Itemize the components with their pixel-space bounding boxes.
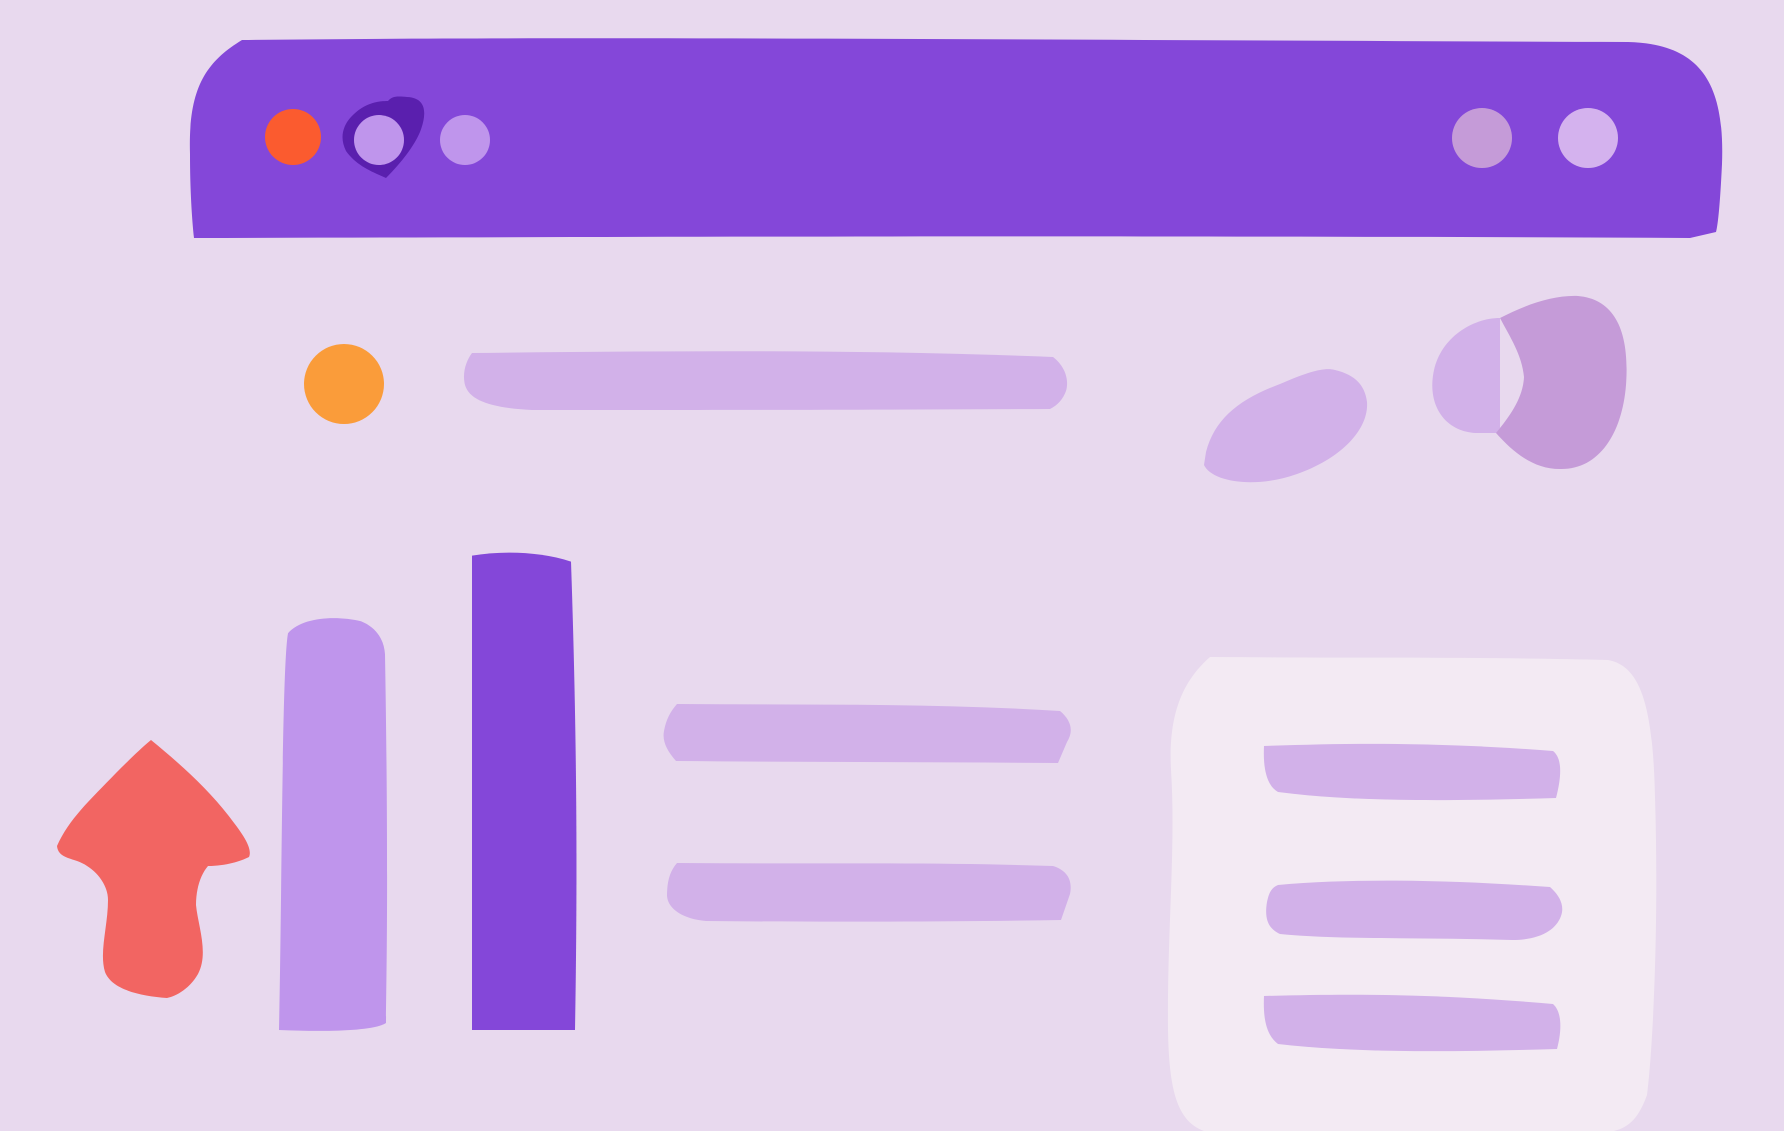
maximize-button-icon[interactable] bbox=[440, 115, 490, 165]
content-line bbox=[663, 704, 1071, 763]
circle-button-icon[interactable] bbox=[1558, 108, 1618, 168]
side-panel-card bbox=[1167, 657, 1657, 1131]
chart-bar bbox=[472, 552, 577, 1030]
card-line bbox=[1263, 743, 1561, 801]
minimize-button-dot bbox=[354, 115, 404, 165]
ui-illustration bbox=[0, 0, 1784, 1131]
chart-bar bbox=[279, 618, 388, 1031]
content-line bbox=[667, 863, 1071, 922]
placeholder-line bbox=[463, 351, 1068, 410]
close-button-icon[interactable] bbox=[265, 109, 321, 165]
circle-button-icon[interactable] bbox=[1452, 108, 1512, 168]
card-line bbox=[1263, 994, 1561, 1052]
avatar-circle-icon[interactable] bbox=[304, 344, 384, 424]
card-line bbox=[1266, 880, 1563, 940]
app-window-illustration bbox=[0, 0, 1784, 1131]
